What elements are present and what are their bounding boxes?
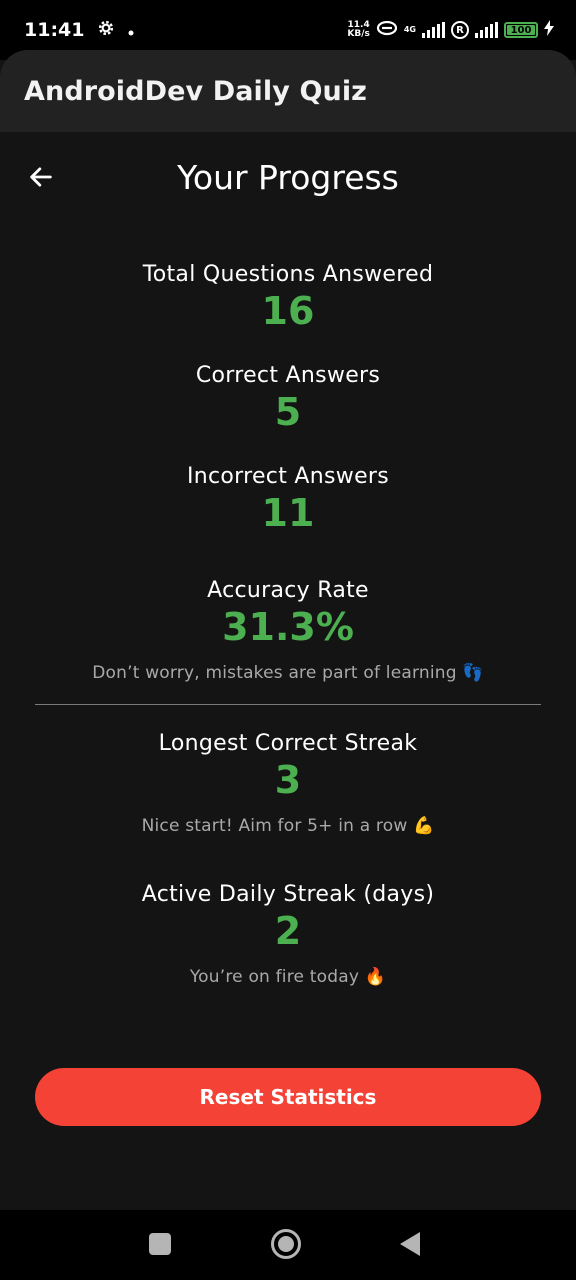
home-icon[interactable] [271, 1229, 301, 1259]
back-triangle-icon[interactable] [400, 1232, 420, 1256]
stat-correct-value: 5 [274, 390, 302, 434]
battery-icon: 100 [504, 22, 538, 38]
network-speed: 11.4 KB/s [347, 20, 370, 39]
gear-icon [96, 18, 116, 43]
page-title: Your Progress [177, 158, 399, 197]
roaming-icon: R [451, 21, 469, 39]
reset-statistics-button[interactable]: Reset Statistics [35, 1068, 541, 1126]
stat-incorrect-answers: Incorrect Answers 11 [0, 464, 576, 535]
notification-dot-icon [128, 19, 134, 41]
signal-icon-2 [475, 22, 498, 38]
stat-daily-streak-note: You’re on fire today 🔥 [189, 967, 387, 987]
system-nav-bar [0, 1210, 576, 1280]
network-type: 4G [403, 25, 416, 34]
divider [35, 704, 541, 705]
stat-accuracy-value: 31.3% [222, 605, 354, 649]
app-title: AndroidDev Daily Quiz [24, 75, 368, 107]
stat-incorrect-value: 11 [261, 491, 315, 535]
stat-total-questions: Total Questions Answered 16 [0, 262, 576, 333]
stat-daily-streak: Active Daily Streak (days) 2 You’re on f… [0, 882, 576, 987]
charging-icon [544, 20, 554, 40]
stat-correct-answers: Correct Answers 5 [0, 363, 576, 434]
stat-accuracy-rate: Accuracy Rate 31.3% Don’t worry, mistake… [0, 578, 576, 683]
status-time: 11:41 [24, 19, 85, 41]
recents-icon[interactable] [149, 1233, 171, 1255]
stat-total-value: 16 [261, 289, 315, 333]
progress-screen: 11:41 11.4 KB/s 4G R 100 AndroidDev Dail… [0, 0, 576, 1280]
signal-icon [422, 22, 445, 38]
stat-longest-streak-note: Nice start! Aim for 5+ in a row 💪 [141, 816, 435, 836]
stat-longest-streak: Longest Correct Streak 3 Nice start! Aim… [0, 731, 576, 836]
app-bar: AndroidDev Daily Quiz [0, 50, 576, 132]
stat-longest-streak-value: 3 [274, 758, 302, 802]
stat-daily-streak-value: 2 [274, 909, 302, 953]
link-icon [376, 19, 398, 41]
stat-accuracy-note: Don’t worry, mistakes are part of learni… [92, 663, 484, 683]
page-header: Your Progress [0, 150, 576, 208]
